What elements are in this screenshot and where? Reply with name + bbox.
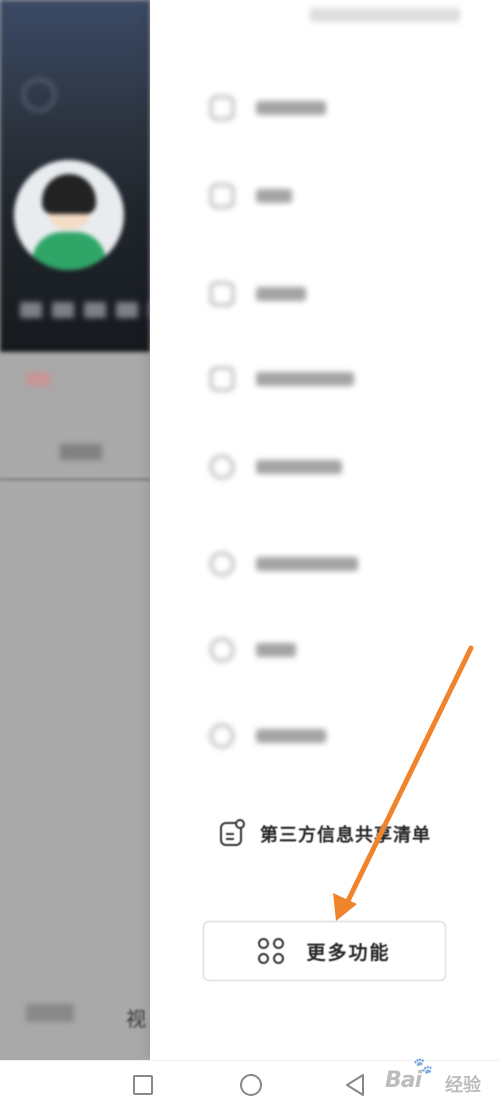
settings-icon xyxy=(210,638,234,662)
drawer-item-label xyxy=(256,729,326,743)
grid-icon xyxy=(258,938,285,964)
drawer-item-1[interactable] xyxy=(210,96,326,120)
drawer-item-label xyxy=(256,643,296,657)
recent-apps-icon[interactable] xyxy=(133,1075,153,1095)
background-profile-page: 视 xyxy=(0,0,150,1060)
profile-divider xyxy=(0,478,150,481)
back-triangle-icon[interactable] xyxy=(344,1073,366,1097)
third-party-sharing-label: 第三方信息共享清单 xyxy=(260,825,431,846)
moon-icon xyxy=(210,184,234,208)
side-drawer: 第三方信息共享清单 更多功能 xyxy=(150,0,500,1060)
drawer-item-label xyxy=(256,557,358,571)
drawer-item-label xyxy=(256,287,306,301)
bag-icon xyxy=(210,96,234,120)
profile-username-blurred xyxy=(20,302,150,318)
avatar-body xyxy=(32,232,106,270)
bottom-tab-blurred xyxy=(26,1004,74,1022)
document-icon xyxy=(220,819,245,846)
avatar-hair xyxy=(42,174,96,214)
profile-tab-blurred xyxy=(60,444,102,460)
wallet-icon xyxy=(210,724,234,748)
back-icon xyxy=(22,78,56,112)
third-party-sharing-list-item[interactable]: 第三方信息共享清单 xyxy=(220,819,431,847)
drawer-item-4[interactable] xyxy=(210,367,354,391)
drawer-item-label xyxy=(256,372,354,386)
drawer-item-label xyxy=(256,460,342,474)
more-functions-label: 更多功能 xyxy=(306,941,391,964)
drawer-item-5[interactable] xyxy=(210,455,342,479)
scan-icon xyxy=(210,282,234,306)
avatar xyxy=(14,160,124,270)
drawer-item-3[interactable] xyxy=(210,282,306,306)
status-bar-blurred xyxy=(310,8,460,22)
home-icon[interactable] xyxy=(240,1074,262,1096)
more-functions-button[interactable]: 更多功能 xyxy=(203,921,446,981)
watermark-suffix: 经验 xyxy=(445,1075,481,1096)
drawer-item-7[interactable] xyxy=(210,638,296,662)
calendar-icon xyxy=(210,367,234,391)
drawer-item-8[interactable] xyxy=(210,724,326,748)
help-icon xyxy=(210,552,234,576)
drawer-item-2[interactable] xyxy=(210,184,292,208)
drawer-item-label xyxy=(256,189,292,203)
watermark-text: Bai xyxy=(385,1068,422,1093)
profile-tag-blurred xyxy=(26,372,50,386)
bottom-tab-label: 视 xyxy=(126,1007,146,1031)
drawer-item-6[interactable] xyxy=(210,552,358,576)
creator-icon xyxy=(210,455,234,479)
baidu-watermark: 🐾 Bai 经验 xyxy=(385,1056,495,1106)
drawer-item-label xyxy=(256,101,326,115)
